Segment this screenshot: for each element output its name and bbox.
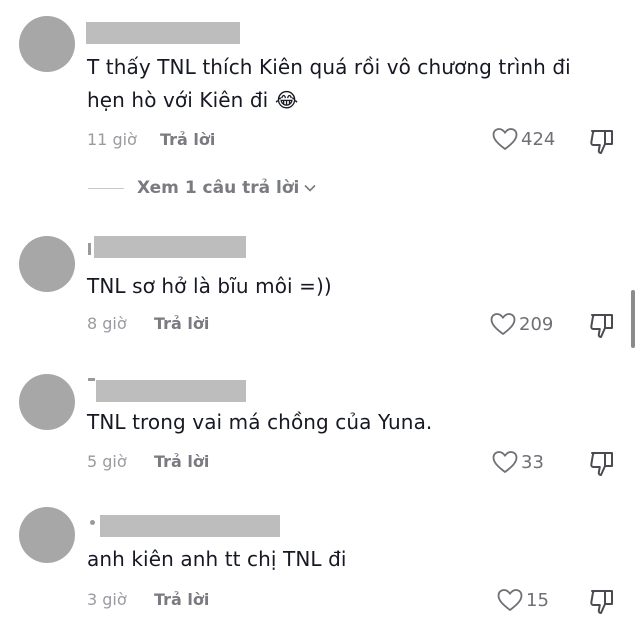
reply-button[interactable]: Trả lời: [154, 452, 209, 471]
username-redacted[interactable]: [86, 22, 240, 44]
thumbs-down-outline-icon: [590, 130, 613, 154]
comment-text-line: T thấy TNL thích Kiên quá rồi vô chương …: [87, 55, 571, 79]
chevron-down-icon: [304, 184, 316, 192]
comment-text-line: anh kiên anh tt chị TNL đi: [87, 547, 347, 571]
laughing-emoji-icon: 😂: [274, 88, 299, 112]
like-count: 209: [519, 313, 554, 335]
comment-text: TNL trong vai má chồng của Yuna.: [87, 406, 622, 439]
comment-text-part: hẹn hò với Kiên đi: [87, 88, 269, 112]
avatar[interactable]: [19, 507, 75, 563]
avatar[interactable]: [19, 236, 75, 292]
dislike-button[interactable]: [588, 312, 616, 344]
heart-outline-icon: [492, 128, 518, 150]
reply-button[interactable]: Trả lời: [160, 130, 215, 149]
username-initial: [90, 520, 95, 525]
like-button[interactable]: 33: [492, 450, 544, 474]
avatar[interactable]: [19, 16, 75, 72]
comment-text-line: hẹn hò với Kiên đi 😂: [87, 84, 622, 117]
heart-outline-icon: [492, 451, 518, 473]
view-replies-label: Xem 1 câu trả lời: [137, 178, 300, 198]
view-replies-button[interactable]: Xem 1 câu trả lời: [88, 178, 317, 198]
comment-timestamp: 11 giờ: [87, 130, 137, 149]
dislike-button[interactable]: [588, 588, 616, 620]
thumbs-down-outline-icon: [590, 452, 613, 476]
comment-text: TNL sơ hở là bĩu môi =)): [87, 270, 622, 303]
comment-4: anh kiên anh tt chị TNL đi 3 giờ Trả lời…: [0, 505, 640, 625]
username-redacted[interactable]: [100, 515, 280, 537]
comment-text-line: TNL sơ hở là bĩu môi =)): [87, 274, 332, 298]
comment-3: TNL trong vai má chồng của Yuna. 5 giờ T…: [0, 370, 640, 485]
divider-line: [88, 187, 124, 189]
like-count: 33: [521, 451, 544, 473]
comment-timestamp: 8 giờ: [87, 314, 127, 333]
avatar[interactable]: [19, 374, 75, 430]
reply-button[interactable]: Trả lời: [154, 314, 209, 333]
comment-timestamp: 5 giờ: [87, 452, 127, 471]
username-redacted[interactable]: [94, 236, 246, 258]
like-button[interactable]: 15: [497, 588, 549, 612]
comment-2: TNL sơ hở là bĩu môi =)) 8 giờ Trả lời 2…: [0, 220, 640, 360]
comment-text: anh kiên anh tt chị TNL đi: [87, 543, 622, 576]
comment-text-line: TNL trong vai má chồng của Yuna.: [87, 410, 433, 434]
reply-button[interactable]: Trả lời: [154, 590, 209, 609]
like-count: 424: [521, 128, 556, 150]
heart-outline-icon: [497, 589, 523, 611]
comment-text: T thấy TNL thích Kiên quá rồi vô chương …: [87, 51, 622, 117]
dislike-button[interactable]: [588, 128, 616, 160]
like-button[interactable]: 209: [490, 312, 553, 336]
scrollbar-thumb[interactable]: [631, 290, 635, 348]
username-initial: [88, 378, 95, 381]
dislike-button[interactable]: [588, 450, 616, 482]
username-redacted[interactable]: [96, 380, 246, 402]
thumbs-down-outline-icon: [590, 314, 613, 338]
heart-outline-icon: [490, 313, 516, 335]
comment-timestamp: 3 giờ: [87, 590, 127, 609]
thumbs-down-outline-icon: [590, 590, 613, 614]
username-initial: [88, 243, 91, 255]
like-button[interactable]: 424: [492, 127, 555, 151]
like-count: 15: [526, 589, 549, 611]
